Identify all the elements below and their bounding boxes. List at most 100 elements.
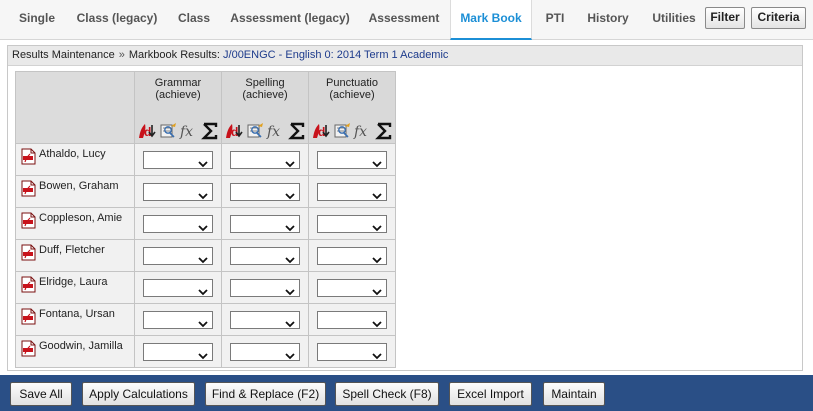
- tab-assessment-legacy[interactable]: Assessment (legacy): [226, 0, 354, 39]
- result-select[interactable]: [317, 183, 387, 201]
- student-row: Fontana, Ursan: [15, 303, 396, 336]
- clear-icon[interactable]: d: [137, 121, 157, 144]
- column-name: Grammar: [154, 77, 202, 89]
- pdf-report-icon[interactable]: [21, 148, 36, 168]
- tab-assessment[interactable]: Assessment: [363, 0, 445, 39]
- pdf-report-icon[interactable]: [21, 276, 36, 296]
- chevron-down-icon: [372, 189, 382, 203]
- pdf-report-icon[interactable]: [21, 340, 36, 360]
- student-name[interactable]: Coppleson, Amie: [39, 212, 122, 225]
- student-name[interactable]: Fontana, Ursan: [39, 308, 115, 321]
- result-select[interactable]: [143, 151, 213, 169]
- column-name: Punctuatio: [326, 77, 378, 89]
- result-cell: [308, 335, 396, 368]
- breadcrumb-label: Markbook Results:: [128, 49, 220, 61]
- chevron-down-icon: [372, 349, 382, 363]
- spell-check-button[interactable]: Spell Check (F8): [335, 382, 439, 406]
- save-all-button[interactable]: Save All: [10, 382, 72, 406]
- pdf-report-icon[interactable]: [21, 308, 36, 328]
- excel-import-button[interactable]: Excel Import: [449, 382, 532, 406]
- chevron-down-icon: [372, 157, 382, 171]
- result-select[interactable]: [230, 279, 300, 297]
- tab-utilities[interactable]: Utilities: [645, 0, 703, 39]
- formula-icon[interactable]: fx: [179, 121, 199, 144]
- tab-history[interactable]: History: [582, 0, 634, 39]
- svg-text:fx: fx: [353, 124, 367, 140]
- student-name[interactable]: Athaldo, Lucy: [39, 148, 106, 161]
- tab-single[interactable]: Single: [11, 0, 63, 39]
- chevron-down-icon: [198, 253, 208, 267]
- filter-button[interactable]: Filter: [705, 7, 745, 29]
- student-name-cell: Coppleson, Amie: [15, 207, 135, 240]
- sum-icon[interactable]: [374, 121, 394, 144]
- criteria-button[interactable]: Criteria: [751, 7, 806, 29]
- chevron-down-icon: [285, 285, 295, 299]
- result-cell: [308, 239, 396, 272]
- grid-header-row: Grammar (achieve) d fx Spelling (achieve…: [15, 71, 396, 144]
- result-select[interactable]: [230, 151, 300, 169]
- column-type: (achieve): [155, 89, 201, 101]
- column-type: (achieve): [242, 89, 288, 101]
- student-name[interactable]: Bowen, Graham: [39, 180, 118, 193]
- formula-icon[interactable]: fx: [353, 121, 373, 144]
- formula-icon[interactable]: fx: [266, 121, 286, 144]
- maintain-button[interactable]: Maintain: [543, 382, 605, 406]
- tab-class[interactable]: Class: [172, 0, 216, 39]
- result-select[interactable]: [230, 343, 300, 361]
- result-cell: [308, 143, 396, 176]
- student-row: Bowen, Graham: [15, 175, 396, 208]
- svg-text:fx: fx: [179, 124, 193, 140]
- top-tab-bar: Single Class (legacy) Class Assessment (…: [0, 0, 813, 40]
- result-select[interactable]: [143, 183, 213, 201]
- result-select[interactable]: [230, 311, 300, 329]
- result-select[interactable]: [317, 151, 387, 169]
- chevron-down-icon: [285, 189, 295, 203]
- student-name[interactable]: Goodwin, Jamilla: [39, 340, 123, 353]
- result-select[interactable]: [317, 247, 387, 265]
- result-select[interactable]: [143, 215, 213, 233]
- result-cell: [221, 143, 309, 176]
- student-name[interactable]: Duff, Fletcher: [39, 244, 105, 257]
- result-select[interactable]: [143, 279, 213, 297]
- chevron-down-icon: [285, 157, 295, 171]
- clear-icon[interactable]: d: [311, 121, 331, 144]
- pdf-report-icon[interactable]: [21, 180, 36, 200]
- tab-mark-book[interactable]: Mark Book: [450, 0, 532, 40]
- student-row: Elridge, Laura: [15, 271, 396, 304]
- result-cell: [221, 303, 309, 336]
- column-grammar: Grammar (achieve) d fx: [134, 71, 222, 144]
- breadcrumb-root[interactable]: Results Maintenance: [12, 49, 115, 61]
- result-select[interactable]: [317, 215, 387, 233]
- clear-icon[interactable]: d: [224, 121, 244, 144]
- tab-pti[interactable]: PTI: [538, 0, 572, 39]
- pdf-report-icon[interactable]: [21, 212, 36, 232]
- result-select[interactable]: [230, 247, 300, 265]
- result-select[interactable]: [143, 247, 213, 265]
- column-type: (achieve): [329, 89, 375, 101]
- sum-icon[interactable]: [287, 121, 307, 144]
- find-replace-button[interactable]: Find & Replace (F2): [205, 382, 326, 406]
- sum-icon[interactable]: [200, 121, 220, 144]
- result-cell: [308, 303, 396, 336]
- result-cell: [308, 175, 396, 208]
- result-select[interactable]: [317, 343, 387, 361]
- edit-icon[interactable]: [332, 121, 352, 144]
- chevron-down-icon: [285, 317, 295, 331]
- apply-calculations-button[interactable]: Apply Calculations: [82, 382, 195, 406]
- result-select[interactable]: [143, 343, 213, 361]
- result-select[interactable]: [230, 183, 300, 201]
- student-name-cell: Bowen, Graham: [15, 175, 135, 208]
- edit-icon[interactable]: [158, 121, 178, 144]
- pdf-report-icon[interactable]: [21, 244, 36, 264]
- edit-icon[interactable]: [245, 121, 265, 144]
- result-select[interactable]: [317, 311, 387, 329]
- svg-text:d: d: [231, 125, 238, 139]
- result-select[interactable]: [230, 215, 300, 233]
- tab-class-legacy[interactable]: Class (legacy): [72, 0, 162, 39]
- result-select[interactable]: [317, 279, 387, 297]
- student-name[interactable]: Elridge, Laura: [39, 276, 108, 289]
- breadcrumb: Results Maintenance» Markbook Results: J/…: [8, 46, 802, 66]
- result-select[interactable]: [143, 311, 213, 329]
- chevron-down-icon: [198, 189, 208, 203]
- result-cell: [221, 239, 309, 272]
